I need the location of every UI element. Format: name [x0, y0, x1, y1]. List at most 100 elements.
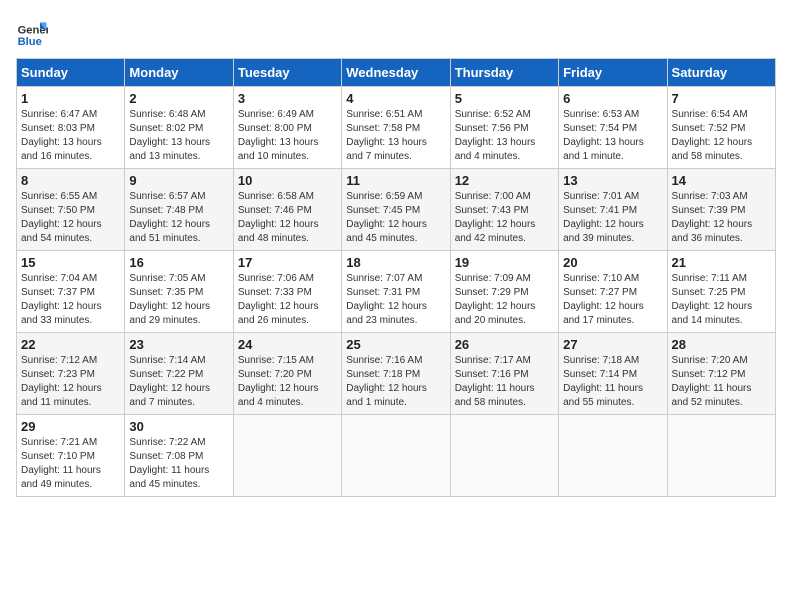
- day-number: 4: [346, 91, 445, 106]
- day-number: 25: [346, 337, 445, 352]
- day-number: 17: [238, 255, 337, 270]
- day-detail: Sunrise: 6:58 AMSunset: 7:46 PMDaylight:…: [238, 190, 337, 246]
- calendar-week-2: 8 Sunrise: 6:55 AMSunset: 7:50 PMDayligh…: [17, 169, 776, 251]
- day-number: 5: [455, 91, 554, 106]
- day-number: 18: [346, 255, 445, 270]
- calendar-header-row: SundayMondayTuesdayWednesdayThursdayFrid…: [17, 59, 776, 87]
- calendar-cell: 24 Sunrise: 7:15 AMSunset: 7:20 PMDaylig…: [233, 333, 341, 415]
- day-detail: Sunrise: 6:57 AMSunset: 7:48 PMDaylight:…: [129, 190, 228, 246]
- day-number: 22: [21, 337, 120, 352]
- day-detail: Sunrise: 7:05 AMSunset: 7:35 PMDaylight:…: [129, 272, 228, 328]
- header-sunday: Sunday: [17, 59, 125, 87]
- day-detail: Sunrise: 6:59 AMSunset: 7:45 PMDaylight:…: [346, 190, 445, 246]
- svg-text:Blue: Blue: [18, 36, 42, 48]
- calendar-cell: 16 Sunrise: 7:05 AMSunset: 7:35 PMDaylig…: [125, 251, 233, 333]
- calendar-cell: 29 Sunrise: 7:21 AMSunset: 7:10 PMDaylig…: [17, 415, 125, 497]
- day-number: 23: [129, 337, 228, 352]
- day-detail: Sunrise: 7:04 AMSunset: 7:37 PMDaylight:…: [21, 272, 120, 328]
- day-detail: Sunrise: 6:55 AMSunset: 7:50 PMDaylight:…: [21, 190, 120, 246]
- day-detail: Sunrise: 7:15 AMSunset: 7:20 PMDaylight:…: [238, 354, 337, 410]
- day-detail: Sunrise: 7:11 AMSunset: 7:25 PMDaylight:…: [672, 272, 771, 328]
- day-number: 24: [238, 337, 337, 352]
- day-detail: Sunrise: 6:49 AMSunset: 8:00 PMDaylight:…: [238, 108, 337, 164]
- day-detail: Sunrise: 7:16 AMSunset: 7:18 PMDaylight:…: [346, 354, 445, 410]
- calendar-cell: 22 Sunrise: 7:12 AMSunset: 7:23 PMDaylig…: [17, 333, 125, 415]
- day-detail: Sunrise: 6:53 AMSunset: 7:54 PMDaylight:…: [563, 108, 662, 164]
- calendar-cell: 28 Sunrise: 7:20 AMSunset: 7:12 PMDaylig…: [667, 333, 775, 415]
- day-number: 13: [563, 173, 662, 188]
- day-detail: Sunrise: 7:07 AMSunset: 7:31 PMDaylight:…: [346, 272, 445, 328]
- calendar-cell: 20 Sunrise: 7:10 AMSunset: 7:27 PMDaylig…: [559, 251, 667, 333]
- day-number: 28: [672, 337, 771, 352]
- day-detail: Sunrise: 7:20 AMSunset: 7:12 PMDaylight:…: [672, 354, 771, 410]
- header-saturday: Saturday: [667, 59, 775, 87]
- calendar-cell: 25 Sunrise: 7:16 AMSunset: 7:18 PMDaylig…: [342, 333, 450, 415]
- day-detail: Sunrise: 7:09 AMSunset: 7:29 PMDaylight:…: [455, 272, 554, 328]
- day-number: 8: [21, 173, 120, 188]
- day-number: 29: [21, 419, 120, 434]
- calendar-cell: 17 Sunrise: 7:06 AMSunset: 7:33 PMDaylig…: [233, 251, 341, 333]
- calendar-cell: 26 Sunrise: 7:17 AMSunset: 7:16 PMDaylig…: [450, 333, 558, 415]
- day-detail: Sunrise: 7:01 AMSunset: 7:41 PMDaylight:…: [563, 190, 662, 246]
- calendar-cell: 7 Sunrise: 6:54 AMSunset: 7:52 PMDayligh…: [667, 87, 775, 169]
- day-detail: Sunrise: 6:47 AMSunset: 8:03 PMDaylight:…: [21, 108, 120, 164]
- day-number: 3: [238, 91, 337, 106]
- day-detail: Sunrise: 7:03 AMSunset: 7:39 PMDaylight:…: [672, 190, 771, 246]
- day-number: 10: [238, 173, 337, 188]
- day-detail: Sunrise: 7:12 AMSunset: 7:23 PMDaylight:…: [21, 354, 120, 410]
- day-detail: Sunrise: 7:21 AMSunset: 7:10 PMDaylight:…: [21, 436, 120, 492]
- calendar-cell: 21 Sunrise: 7:11 AMSunset: 7:25 PMDaylig…: [667, 251, 775, 333]
- calendar-week-4: 22 Sunrise: 7:12 AMSunset: 7:23 PMDaylig…: [17, 333, 776, 415]
- calendar-cell: 12 Sunrise: 7:00 AMSunset: 7:43 PMDaylig…: [450, 169, 558, 251]
- day-number: 9: [129, 173, 228, 188]
- calendar-cell: 8 Sunrise: 6:55 AMSunset: 7:50 PMDayligh…: [17, 169, 125, 251]
- calendar-cell: 4 Sunrise: 6:51 AMSunset: 7:58 PMDayligh…: [342, 87, 450, 169]
- logo-icon: General Blue: [16, 16, 48, 48]
- day-detail: Sunrise: 7:17 AMSunset: 7:16 PMDaylight:…: [455, 354, 554, 410]
- header-wednesday: Wednesday: [342, 59, 450, 87]
- calendar-cell: 15 Sunrise: 7:04 AMSunset: 7:37 PMDaylig…: [17, 251, 125, 333]
- day-detail: Sunrise: 7:14 AMSunset: 7:22 PMDaylight:…: [129, 354, 228, 410]
- day-number: 1: [21, 91, 120, 106]
- day-number: 7: [672, 91, 771, 106]
- day-detail: Sunrise: 6:48 AMSunset: 8:02 PMDaylight:…: [129, 108, 228, 164]
- calendar-cell: 3 Sunrise: 6:49 AMSunset: 8:00 PMDayligh…: [233, 87, 341, 169]
- day-number: 20: [563, 255, 662, 270]
- day-number: 27: [563, 337, 662, 352]
- calendar-cell: [233, 415, 341, 497]
- calendar-cell: 1 Sunrise: 6:47 AMSunset: 8:03 PMDayligh…: [17, 87, 125, 169]
- calendar-week-1: 1 Sunrise: 6:47 AMSunset: 8:03 PMDayligh…: [17, 87, 776, 169]
- calendar-cell: 9 Sunrise: 6:57 AMSunset: 7:48 PMDayligh…: [125, 169, 233, 251]
- calendar-cell: 13 Sunrise: 7:01 AMSunset: 7:41 PMDaylig…: [559, 169, 667, 251]
- day-detail: Sunrise: 7:18 AMSunset: 7:14 PMDaylight:…: [563, 354, 662, 410]
- day-detail: Sunrise: 7:22 AMSunset: 7:08 PMDaylight:…: [129, 436, 228, 492]
- day-number: 26: [455, 337, 554, 352]
- day-detail: Sunrise: 6:52 AMSunset: 7:56 PMDaylight:…: [455, 108, 554, 164]
- day-number: 30: [129, 419, 228, 434]
- calendar-cell: 30 Sunrise: 7:22 AMSunset: 7:08 PMDaylig…: [125, 415, 233, 497]
- page-header: General Blue: [16, 16, 776, 48]
- logo: General Blue: [16, 16, 54, 48]
- day-number: 2: [129, 91, 228, 106]
- calendar-cell: 23 Sunrise: 7:14 AMSunset: 7:22 PMDaylig…: [125, 333, 233, 415]
- calendar-table: SundayMondayTuesdayWednesdayThursdayFrid…: [16, 58, 776, 497]
- day-number: 15: [21, 255, 120, 270]
- day-number: 14: [672, 173, 771, 188]
- day-number: 6: [563, 91, 662, 106]
- day-detail: Sunrise: 7:10 AMSunset: 7:27 PMDaylight:…: [563, 272, 662, 328]
- day-detail: Sunrise: 7:06 AMSunset: 7:33 PMDaylight:…: [238, 272, 337, 328]
- calendar-cell: 27 Sunrise: 7:18 AMSunset: 7:14 PMDaylig…: [559, 333, 667, 415]
- calendar-cell: 14 Sunrise: 7:03 AMSunset: 7:39 PMDaylig…: [667, 169, 775, 251]
- header-thursday: Thursday: [450, 59, 558, 87]
- calendar-week-3: 15 Sunrise: 7:04 AMSunset: 7:37 PMDaylig…: [17, 251, 776, 333]
- calendar-cell: 19 Sunrise: 7:09 AMSunset: 7:29 PMDaylig…: [450, 251, 558, 333]
- calendar-cell: 11 Sunrise: 6:59 AMSunset: 7:45 PMDaylig…: [342, 169, 450, 251]
- day-number: 11: [346, 173, 445, 188]
- day-detail: Sunrise: 6:51 AMSunset: 7:58 PMDaylight:…: [346, 108, 445, 164]
- calendar-cell: [342, 415, 450, 497]
- day-detail: Sunrise: 6:54 AMSunset: 7:52 PMDaylight:…: [672, 108, 771, 164]
- calendar-cell: 5 Sunrise: 6:52 AMSunset: 7:56 PMDayligh…: [450, 87, 558, 169]
- day-number: 12: [455, 173, 554, 188]
- calendar-cell: [559, 415, 667, 497]
- day-detail: Sunrise: 7:00 AMSunset: 7:43 PMDaylight:…: [455, 190, 554, 246]
